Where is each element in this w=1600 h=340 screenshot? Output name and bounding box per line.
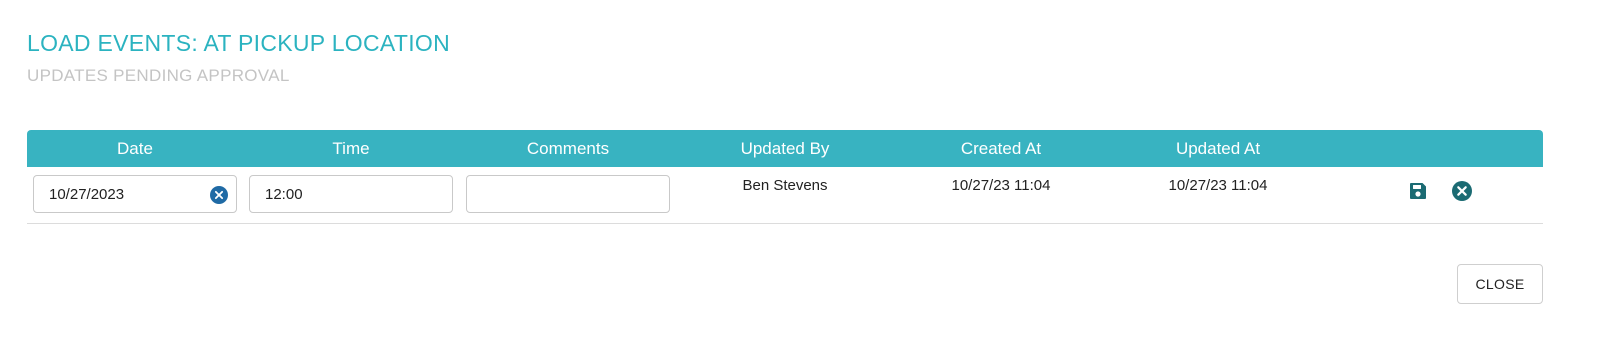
time-field [249, 175, 453, 213]
column-header-updated-at[interactable]: Updated At [1110, 130, 1326, 167]
cancel-circle-icon[interactable] [1452, 181, 1472, 201]
updated-by-cell: Ben Stevens [742, 177, 828, 194]
time-input[interactable] [250, 176, 452, 212]
column-header-date[interactable]: Date [27, 130, 243, 167]
column-header-updated-by[interactable]: Updated By [677, 130, 893, 167]
date-field [33, 175, 237, 213]
modal-title: LOAD EVENTS: AT PICKUP LOCATION [27, 30, 450, 56]
load-events-modal: LOAD EVENTS: AT PICKUP LOCATION UPDATES … [0, 0, 1600, 340]
table-header: Date Time Comments Updated By Created At… [27, 130, 1543, 167]
clear-circle-icon[interactable] [210, 186, 228, 204]
column-header-created-at[interactable]: Created At [893, 130, 1109, 167]
column-header-time[interactable]: Time [243, 130, 459, 167]
save-icon[interactable] [1408, 181, 1428, 201]
column-header-comments[interactable]: Comments [460, 130, 676, 167]
events-table: Date Time Comments Updated By Created At… [27, 130, 1543, 224]
updated-at-cell: 10/27/23 11:04 [1168, 177, 1268, 194]
comments-input[interactable] [467, 176, 669, 212]
table-row: Ben Stevens 10/27/23 11:04 10/27/23 11:0… [27, 167, 1543, 224]
close-button[interactable]: CLOSE [1457, 264, 1543, 304]
comments-field [466, 175, 670, 213]
date-input[interactable] [34, 176, 236, 212]
created-at-cell: 10/27/23 11:04 [951, 177, 1051, 194]
modal-subtitle: UPDATES PENDING APPROVAL [27, 66, 290, 85]
